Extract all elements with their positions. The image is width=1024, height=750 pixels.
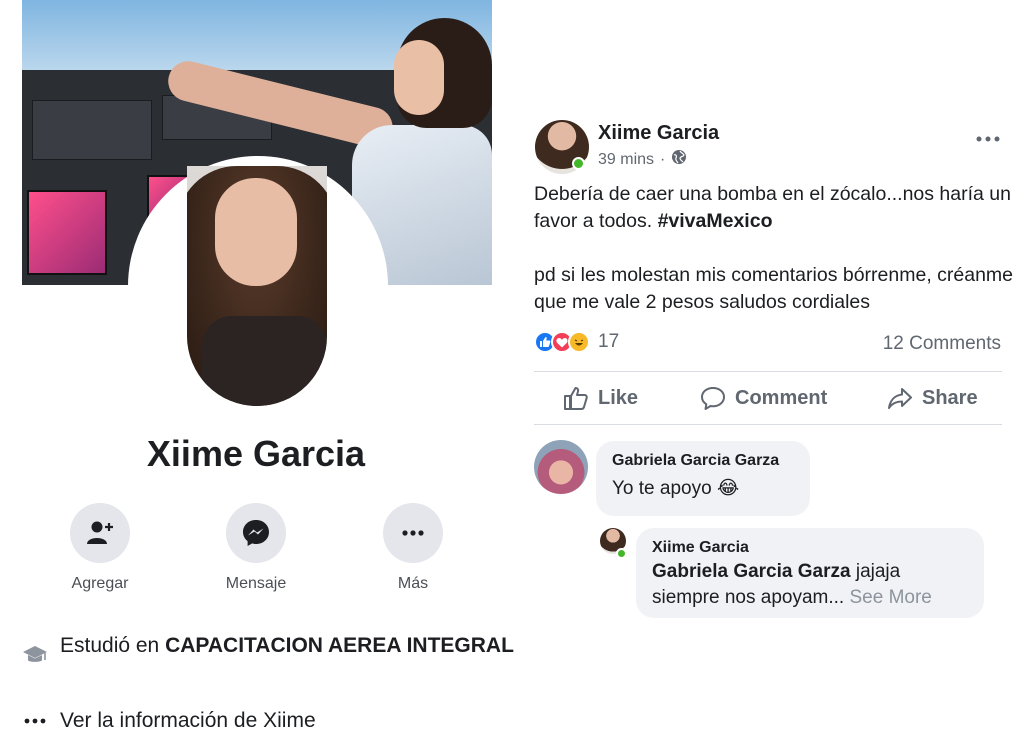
about-link[interactable]: Ver la información de Xiime [60,707,316,734]
share-label: Share [922,386,978,409]
reply-online-dot [616,548,627,559]
see-more-link[interactable]: See More [849,587,931,608]
post-timestamp[interactable]: 39 mins [598,151,654,169]
add-friend-icon [70,503,130,563]
post-text-line1: Debería de caer una bomba en el zócalo..… [534,183,1011,232]
divider-bottom [534,424,1002,425]
graduation-cap-icon [20,644,50,666]
message-button[interactable]: Mensaje [201,503,311,593]
ellipsis-icon [20,718,50,724]
messenger-icon [226,503,286,563]
cockpit-panel [32,100,152,160]
online-status-dot [572,157,585,170]
comment-text: Yo te apoyo 😂 [612,476,794,502]
about-row[interactable]: Ver la información de Xiime [20,707,316,734]
share-arrow-icon [888,388,912,409]
reply-mention-link[interactable]: Gabriela Garcia Garza [652,561,851,582]
post-body: Debería de caer una bomba en el zócalo..… [534,181,1014,316]
reply-text: Gabriela Garcia Garza jajaja siempre nos… [652,559,968,611]
education-prefix: Estudió en [60,634,166,657]
more-label: Más [397,575,429,592]
like-button[interactable]: Like [563,385,638,411]
comment-bubble: Gabriela Garcia Garza Yo te apoyo 😂 [596,441,810,516]
reaction-count: 17 [598,331,620,352]
education-text: Estudió en CAPACITACION AEREA INTEGRAL [60,632,514,659]
education-school-link[interactable]: CAPACITACION AEREA INTEGRAL [165,634,514,657]
comment-bubble-icon [701,387,725,410]
haha-reaction-icon [568,331,590,353]
commenter-avatar[interactable] [534,440,588,494]
post-options-button[interactable] [976,124,1000,144]
reactions-summary[interactable]: 17 [534,331,619,353]
add-friend-label: Agregar [71,575,129,592]
post-author-avatar[interactable] [535,120,589,174]
education-row: Estudió en CAPACITACION AEREA INTEGRAL [20,632,514,666]
pilot-face [394,40,444,115]
laughing-emoji-icon: 😂 [716,478,740,499]
more-horizontal-icon [976,136,1000,142]
post-meta: 39 mins · [598,149,687,170]
comment-button[interactable]: Comment [700,385,827,411]
hashtag-link[interactable]: #vivaMexico [658,210,773,232]
avatar-face [215,178,297,286]
profile-picture[interactable] [187,166,327,406]
more-icon [383,503,443,563]
reply-author[interactable]: Xiime Garcia [652,539,968,557]
post-author-name[interactable]: Xiime Garcia [598,122,719,145]
comment-text-body: Yo te apoyo [612,478,712,499]
comment-label: Comment [735,386,828,409]
add-friend-button[interactable]: Agregar [45,503,155,593]
meta-separator: · [660,150,666,168]
divider-top [534,371,1002,372]
more-button[interactable]: Más [358,503,468,593]
avatar-clothing [202,316,327,406]
globe-icon [671,149,687,170]
reply-bubble: Xiime Garcia Gabriela Garcia Garza jajaj… [636,528,984,618]
cockpit-screen [27,190,107,275]
profile-name: Xiime Garcia [146,433,366,474]
thumbs-up-icon [564,387,588,410]
share-button[interactable]: Share [887,385,978,411]
comments-count-link[interactable]: 12 Comments [883,333,1001,355]
comment-author[interactable]: Gabriela Garcia Garza [612,452,794,470]
like-label: Like [598,386,639,409]
message-label: Mensaje [225,575,287,592]
post-paragraph-2: pd si les molestan mis comentarios bórre… [534,264,1014,313]
post-paragraph-1: Debería de caer una bomba en el zócalo..… [534,181,1014,235]
